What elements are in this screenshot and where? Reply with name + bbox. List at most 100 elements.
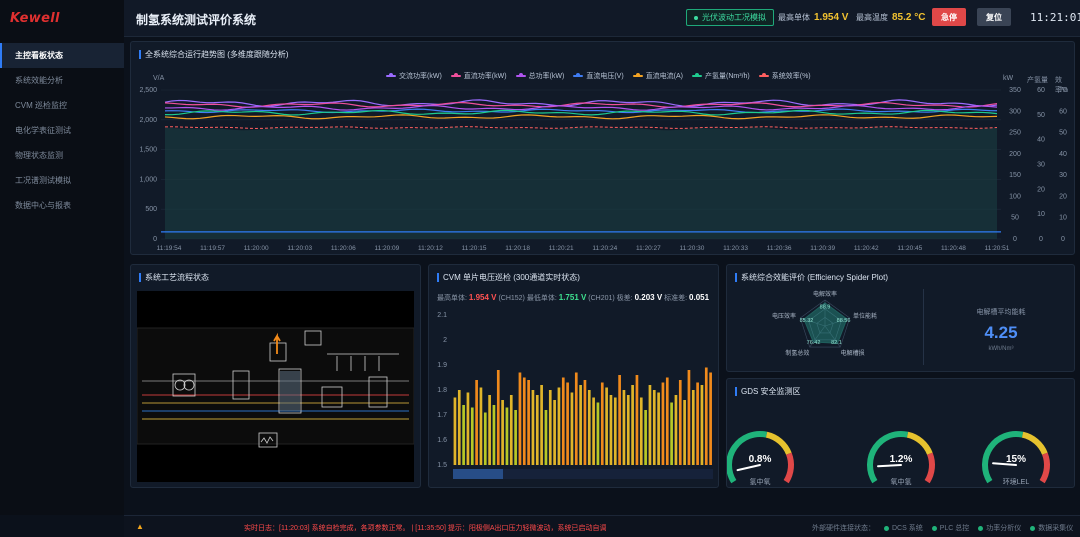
- y2-tick-label: 10: [1059, 215, 1067, 222]
- y2-tick-label: 100: [1009, 193, 1021, 200]
- cvm-bar: [492, 405, 496, 465]
- y-tick-label: 2,000: [139, 117, 157, 124]
- cvm-y-tick: 1.5: [437, 462, 447, 469]
- y-tick-label: 1,500: [139, 147, 157, 154]
- conn-dcs[interactable]: DCS 系统: [884, 523, 923, 533]
- cvm-bar: [704, 367, 708, 465]
- x-tick-label: 11:20:03: [287, 245, 312, 252]
- status-dot-icon: [694, 15, 698, 20]
- clock: 11:21:01: [1030, 11, 1080, 24]
- flow-title: 系统工艺流程状态: [139, 272, 209, 283]
- process-flow-diagram[interactable]: [136, 291, 415, 482]
- gauge-needle: [736, 464, 761, 472]
- x-tick-label: 11:20:45: [897, 245, 922, 252]
- energy-metric-value: 4.25: [984, 323, 1018, 342]
- cvm-bar: [466, 392, 470, 465]
- conn-daq[interactable]: 数据采集仪: [1030, 523, 1073, 533]
- efficiency-radar[interactable]: 电解效率单位能耗电解槽损 制氢总效 电压效率 88.9 88.56 82.1 76.42 85…: [727, 265, 927, 373]
- gauge-needle: [877, 464, 902, 468]
- cvm-bar: [661, 382, 665, 465]
- x-tick-label: 11:20:24: [592, 245, 617, 252]
- status-footer: ▲ 实时日志：[11:20:03] 系统自检完成，各项参数正常。 | [11:3…: [124, 515, 1080, 537]
- gds-gauges: [727, 431, 1050, 484]
- gauge-arc: [906, 431, 933, 455]
- cvm-bar: [592, 397, 595, 465]
- gauge-arc: [1039, 452, 1050, 484]
- y2-tick-label: 10: [1037, 211, 1045, 218]
- y2-tick-label: 40: [1037, 137, 1045, 144]
- cvm-bar: [557, 387, 561, 465]
- online-dot-icon: [1030, 525, 1036, 531]
- y2-tick-label: 70: [1059, 87, 1067, 94]
- trend-chart[interactable]: 2,5002,0001,5001,00050003503002502001501…: [131, 42, 1076, 256]
- trend-series-line: [164, 108, 998, 114]
- emergency-stop-button[interactable]: 急停: [932, 8, 966, 26]
- y2-tick-label: 50: [1059, 130, 1067, 137]
- mode-label: 光伏波动工况模拟: [702, 13, 766, 22]
- sidebar-item-electrochem[interactable]: 电化学表征测试: [0, 118, 124, 143]
- y-tick-label: 500: [145, 206, 157, 213]
- cvm-bar-chart[interactable]: 2.1 2 1.9 1.8 1.7 1.6 1.5: [429, 265, 720, 489]
- cvm-bar: [587, 390, 591, 465]
- x-tick-label: 11:20:09: [374, 245, 399, 252]
- y2-tick-label: 300: [1009, 108, 1021, 115]
- cvm-y-tick: 1.8: [437, 387, 447, 394]
- top-header: 制氢系统测试评价系统 光伏波动工况模拟 最高单体 1.954 V 最高温度 85.2…: [124, 0, 1080, 37]
- x-tick-label: 11:20:12: [418, 245, 443, 252]
- cvm-bar: [626, 395, 630, 465]
- sidebar-item-physical[interactable]: 物理状态监测: [0, 143, 124, 168]
- area-series: [165, 127, 997, 239]
- y2-tick-label: 200: [1009, 151, 1021, 158]
- radar-axis-label: 制氢总效: [785, 349, 809, 357]
- cvm-y-tick: 2.1: [437, 312, 447, 319]
- cvm-bar: [483, 412, 487, 465]
- radar-value-label: 76.42: [807, 340, 821, 346]
- cvm-bar: [553, 400, 556, 465]
- conn-plc[interactable]: PLC 总控: [931, 523, 969, 533]
- gauge-o2-value: 0.8%: [748, 454, 772, 465]
- radar-axis-label: 电解槽损: [841, 349, 865, 357]
- sidebar-item-dashboard[interactable]: 主控看板状态: [0, 43, 124, 68]
- cvm-bar: [514, 410, 517, 465]
- cvm-bar: [535, 395, 539, 465]
- trend-panel: 全系统综合运行趋势图 (多维度跟随分析) 交流功率(kW) 直流功率(kW) 总功率…: [130, 41, 1075, 255]
- event-log: 实时日志：[11:20:03] 系统自检完成，各项参数正常。 | [11:35:…: [244, 525, 607, 532]
- y2-tick-label: 20: [1059, 193, 1067, 200]
- cvm-bar: [687, 370, 691, 465]
- cvm-bar: [505, 407, 509, 465]
- sidebar: 主控看板状态 系统效能分析 CVM 巡检监控 电化学表征测试 物理状态监测 工况…: [0, 37, 124, 515]
- y2-tick-label: 20: [1037, 186, 1045, 193]
- cvm-bar: [613, 397, 617, 465]
- sidebar-item-efficiency[interactable]: 系统效能分析: [0, 68, 124, 93]
- cvm-bar: [609, 395, 613, 465]
- sidebar-item-profile-test[interactable]: 工况谱测试模拟: [0, 168, 124, 193]
- cvm-bar: [479, 387, 483, 465]
- x-tick-label: 11:20:39: [810, 245, 835, 252]
- cvm-bar: [501, 400, 504, 465]
- cvm-bar: [475, 380, 478, 465]
- cvm-bar: [566, 382, 569, 465]
- y2-tick-label: 0: [1039, 236, 1043, 243]
- max-cell-stat: 最高单体 1.954 V: [778, 12, 849, 23]
- sidebar-item-data-center[interactable]: 数据中心与报表: [0, 193, 124, 218]
- cvm-bar: [496, 370, 500, 465]
- cvm-bar: [579, 385, 582, 465]
- cvm-bar: [509, 395, 513, 465]
- y2-tick-label: 250: [1009, 130, 1021, 137]
- mode-badge[interactable]: 光伏波动工况模拟: [686, 9, 774, 26]
- reset-button[interactable]: 复位: [977, 8, 1011, 26]
- y2-tick-label: 30: [1059, 172, 1067, 179]
- x-tick-label: 11:20:27: [636, 245, 661, 252]
- page-title: 制氢系统测试评价系统: [136, 13, 257, 27]
- cvm-bar: [457, 390, 461, 465]
- y2-tick-label: 50: [1011, 215, 1019, 222]
- cvm-bar: [674, 395, 678, 465]
- cvm-bar: [600, 382, 604, 465]
- conn-power-analyzer[interactable]: 功率分析仪: [978, 523, 1021, 533]
- sidebar-item-cvm[interactable]: CVM 巡检监控: [0, 93, 124, 118]
- cvm-bar: [691, 390, 695, 465]
- cvm-bar: [678, 380, 682, 465]
- radar-axis-label: 电解效率: [813, 290, 837, 298]
- cvm-bar: [700, 385, 704, 465]
- flow-panel: 系统工艺流程状态: [130, 264, 421, 488]
